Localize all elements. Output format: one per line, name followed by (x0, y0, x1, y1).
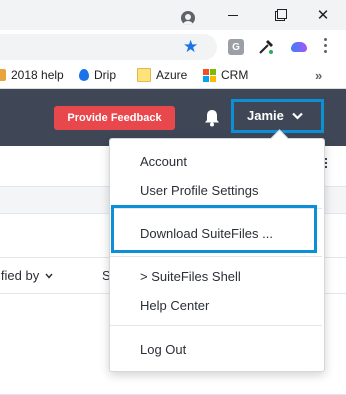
notifications-bell-icon[interactable] (204, 109, 220, 127)
address-bar[interactable]: ★ (0, 34, 217, 60)
chevron-down-icon (292, 112, 303, 120)
folder-icon (137, 68, 151, 82)
bookmark-star-icon[interactable]: ★ (183, 39, 198, 56)
drip-drop-icon (79, 69, 89, 81)
browser-titlebar: ✕ (0, 0, 346, 30)
browser-menu-icon[interactable] (324, 38, 328, 53)
bookmark-crm[interactable]: CRM (203, 68, 248, 82)
menu-item-log-out[interactable]: Log Out (140, 342, 186, 357)
bookmark-2018-help[interactable]: 2018 help (0, 68, 64, 82)
user-name-label: Jamie (247, 108, 284, 123)
menu-item-account[interactable]: Account (140, 154, 187, 169)
bookmark-label: CRM (221, 68, 249, 82)
menu-item-suitefiles-shell[interactable]: > SuiteFiles Shell (140, 269, 241, 284)
bookmark-drip[interactable]: Drip (79, 68, 116, 82)
menu-item-user-profile-settings[interactable]: User Profile Settings (140, 183, 259, 198)
bookmark-page-icon (0, 69, 6, 81)
bookmark-label: 2018 help (11, 68, 64, 82)
close-window-button[interactable]: ✕ (300, 0, 346, 30)
chevron-down-icon (45, 273, 53, 279)
column-label: ified by (0, 268, 40, 283)
bookmark-label: Azure (156, 68, 188, 82)
browser-profile-icon[interactable] (181, 11, 195, 25)
user-menu-button[interactable]: Jamie (247, 108, 303, 123)
modified-by-column-header[interactable]: ified by (0, 268, 53, 283)
bookmark-label: Drip (94, 68, 117, 82)
menu-item-help-center[interactable]: Help Center (140, 298, 209, 313)
more-bookmarks-button[interactable]: » (315, 68, 322, 83)
microsoft-logo-icon (203, 68, 216, 82)
download-highlight-box (111, 205, 317, 253)
minimize-window-button[interactable] (210, 0, 256, 30)
bookmark-azure[interactable]: Azure (137, 68, 187, 82)
user-dropdown-menu (109, 138, 325, 372)
provide-feedback-button[interactable]: Provide Feedback (54, 106, 175, 130)
extension-tool-icon[interactable] (258, 39, 274, 55)
bookmarks-bar: 2018 help Drip Azure CRM » (0, 64, 346, 89)
menu-divider (110, 256, 322, 257)
extension-g-icon[interactable]: G (228, 39, 244, 55)
extension-cloud-icon[interactable] (291, 42, 307, 52)
restore-window-button[interactable] (256, 0, 302, 30)
menu-divider (110, 325, 322, 326)
